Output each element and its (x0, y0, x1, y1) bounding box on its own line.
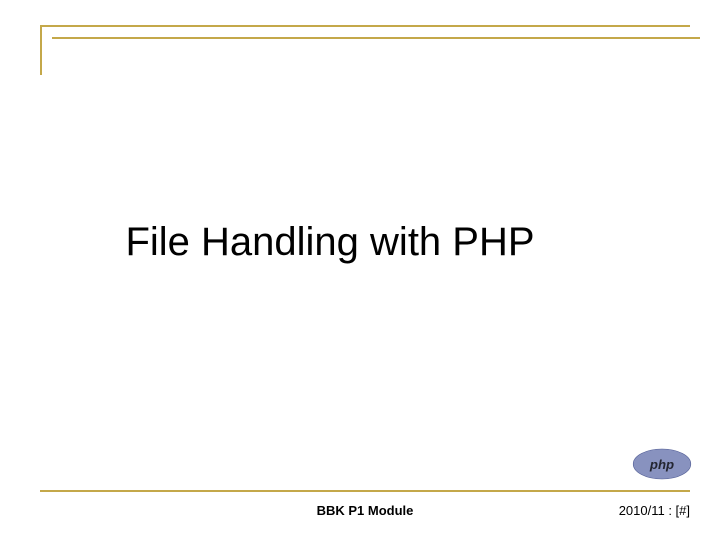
svg-text:php: php (649, 457, 674, 472)
php-logo-icon: php (632, 448, 692, 485)
bottom-decorative-line (40, 490, 690, 492)
footer-left-spacer (40, 503, 257, 518)
footer-module-label: BBK P1 Module (257, 503, 474, 518)
top-decorative-border (40, 25, 690, 75)
footer-date-page: 2010/11 : [#] (473, 503, 690, 518)
slide-footer: BBK P1 Module 2010/11 : [#] (40, 503, 690, 518)
slide-title: File Handling with PHP (0, 220, 720, 265)
